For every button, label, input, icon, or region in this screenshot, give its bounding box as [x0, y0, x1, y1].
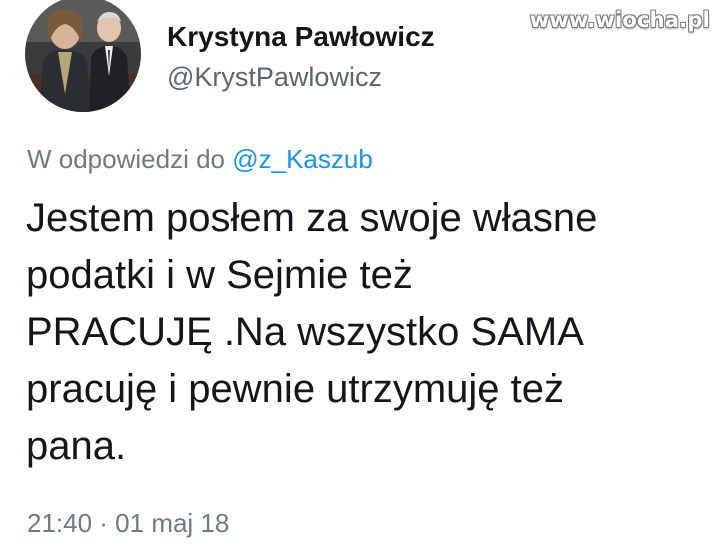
tweet-line: pracuję i pewnie utrzymuję też [26, 367, 565, 411]
author-display-name[interactable]: Krystyna Pawłowicz [167, 20, 435, 54]
reply-context: W odpowiedzi do @z_Kaszub [27, 143, 373, 175]
tweet-line: pana. [26, 424, 127, 468]
tweet-line: Jestem posłem za swoje własne [26, 196, 598, 240]
tweet-line: PRACUJĘ .Na wszystko SAMA [26, 310, 584, 354]
author-handle[interactable]: @KrystPawlowicz [167, 60, 435, 94]
avatar[interactable] [25, 0, 141, 112]
tweet-header: Krystyna Pawłowicz @KrystPawlowicz [25, 0, 435, 112]
tweet-timestamp[interactable]: 21:40 · 01 maj 18 [27, 507, 229, 539]
watermark: www.wiocha.pl [529, 8, 710, 32]
reply-mention-link[interactable]: @z_Kaszub [232, 144, 373, 174]
tweet-text: Jestem posłem za swoje własne podatki i w… [26, 190, 716, 475]
tweet-line: podatki i w Sejmie też [26, 253, 413, 297]
reply-prefix: W odpowiedzi do [27, 144, 233, 174]
author-names: Krystyna Pawłowicz @KrystPawlowicz [167, 20, 435, 94]
